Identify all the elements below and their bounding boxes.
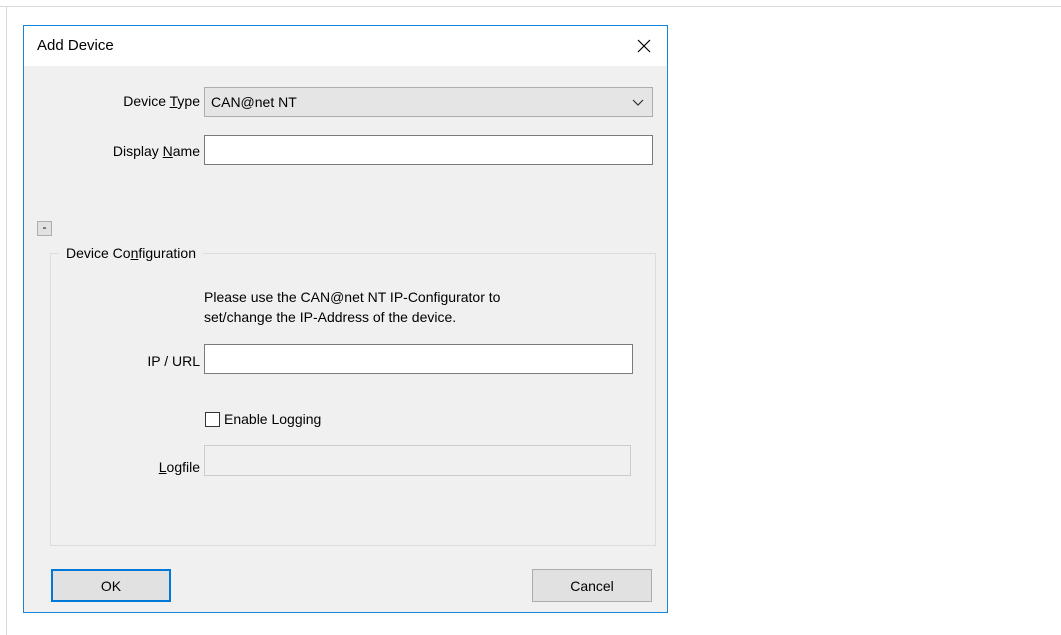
info-line-2: set/change the IP-Address of the device.	[204, 309, 457, 325]
display-name-input[interactable]	[204, 135, 653, 165]
logfile-input[interactable]	[204, 445, 631, 476]
ok-button[interactable]: OK	[51, 569, 171, 602]
device-type-select[interactable]: CAN@net NT	[204, 87, 653, 117]
enable-logging-checkbox[interactable]	[205, 411, 220, 427]
page-top-rule	[0, 6, 1061, 7]
dialog-title: Add Device	[37, 37, 114, 54]
device-type-label: Device Type	[123, 93, 200, 109]
device-configuration-title: Device Configuration	[59, 245, 203, 261]
close-icon	[637, 39, 651, 53]
chevron-down-icon	[632, 99, 644, 106]
logfile-label: Logfile	[158, 459, 200, 475]
collapse-toggle-button[interactable]: -	[37, 221, 52, 236]
ip-url-label: IP / URL	[147, 353, 200, 369]
ip-configurator-info: Please use the CAN@net NT IP-Configurato…	[204, 287, 624, 327]
ip-url-input[interactable]	[204, 344, 633, 374]
cancel-button[interactable]: Cancel	[532, 569, 652, 602]
display-name-label: Display Name	[112, 143, 200, 159]
add-device-dialog: Add Device Device Type CAN@net NT Displa…	[23, 25, 668, 613]
close-button[interactable]	[621, 26, 667, 66]
enable-logging-option[interactable]: Enable Logging	[205, 411, 321, 427]
enable-logging-label: Enable Logging	[224, 411, 322, 427]
page-left-rule	[6, 6, 7, 635]
device-type-value: CAN@net NT	[211, 94, 297, 110]
dialog-titlebar: Add Device	[24, 26, 667, 66]
info-line-1: Please use the CAN@net NT IP-Configurato…	[204, 289, 501, 305]
